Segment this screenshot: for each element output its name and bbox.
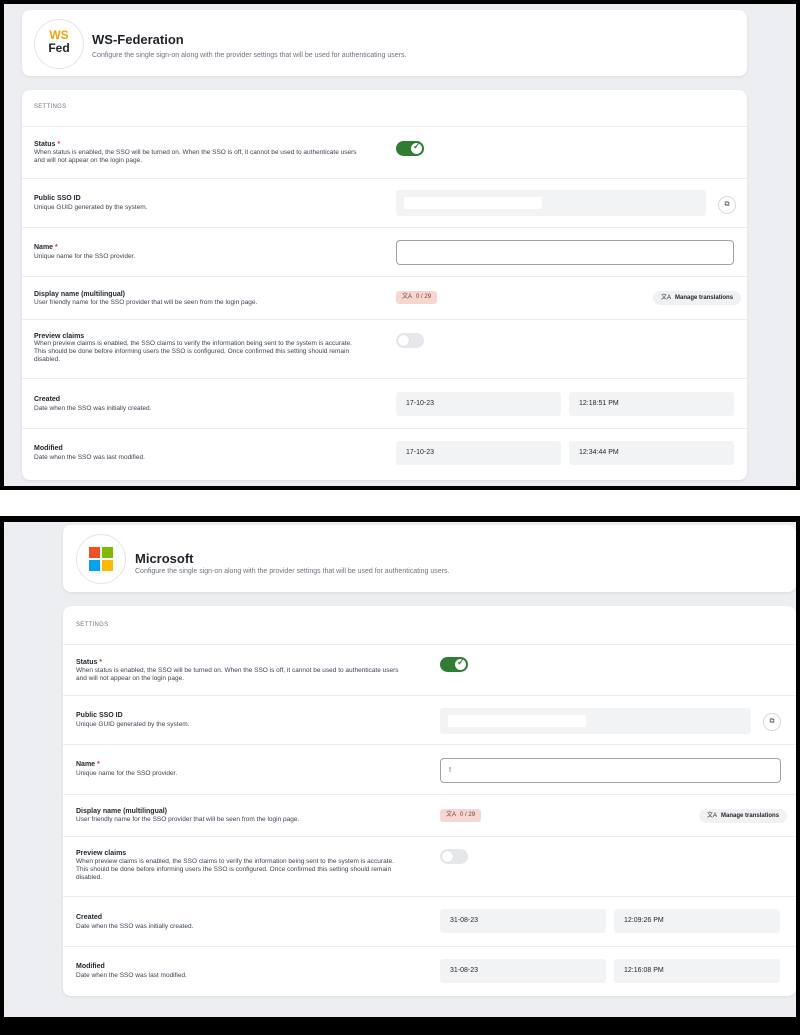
name-row: Name * Unique name for the SSO provider.	[22, 227, 747, 277]
modified-label: Modified	[76, 963, 105, 970]
status-row: Status * When status is enabled, the SSO…	[22, 126, 747, 179]
preview-claims-description: When preview claims is enabled, the SSO …	[76, 858, 394, 881]
created-date-field: 17-10-23	[396, 392, 561, 416]
manage-translations-button[interactable]: 文A Manage translations	[699, 809, 788, 823]
microsoft-logo-red	[89, 547, 100, 558]
name-input[interactable]: !	[440, 758, 781, 783]
page-title: WS-Federation	[92, 32, 184, 47]
manage-translations-button[interactable]: 文A Manage translations	[653, 291, 742, 305]
modified-date-field: 31-08-23	[440, 959, 606, 983]
preview-claims-row: Preview claims When preview claims is en…	[22, 319, 747, 379]
check-icon: ✓	[413, 141, 421, 151]
display-name-label: Display name (multilingual)	[34, 291, 126, 298]
created-time-field: 12:09:26 PM	[614, 909, 780, 933]
created-date-field: 31-08-23	[440, 909, 606, 933]
copy-icon[interactable]: ⧉	[763, 713, 781, 731]
created-label: Created	[76, 914, 103, 921]
name-row: Name * Unique name for the SSO provider.…	[63, 744, 796, 795]
preview-claims-description: When preview claims is enabled, the SSO …	[34, 340, 352, 363]
name-label: Name *	[76, 761, 100, 768]
settings-section-label: SETTINGS	[34, 104, 67, 110]
public-sso-id-row: Public SSO ID Unique GUID generated by t…	[22, 178, 747, 228]
translation-count-badge: 文A 0 / 29	[396, 291, 438, 304]
redacted-guid	[404, 197, 542, 209]
display-name-label: Display name (multilingual)	[76, 808, 168, 815]
check-icon: ✓	[457, 657, 465, 667]
wsfed-logo: WS Fed	[34, 19, 84, 69]
preview-claims-label: Preview claims	[34, 333, 85, 340]
wsfed-settings-card: SETTINGS Status * When status is enabled…	[22, 90, 747, 480]
microsoft-logo-yellow	[102, 560, 113, 571]
public-sso-id-label: Public SSO ID	[34, 195, 81, 202]
name-label: Name *	[34, 244, 58, 251]
created-description: Date when the SSO was initially created.	[34, 405, 152, 412]
created-time-field: 12:18:51 PM	[569, 392, 734, 416]
wsfed-logo-ws: WS	[49, 28, 69, 42]
display-name-row: Display name (multilingual) User friendl…	[22, 276, 747, 320]
wsfed-logo-fed: Fed	[48, 41, 70, 55]
status-toggle[interactable]: ✓	[396, 141, 424, 156]
microsoft-logo-blue	[89, 560, 100, 571]
status-row: Status * When status is enabled, the SSO…	[63, 644, 796, 696]
redacted-guid	[448, 715, 586, 727]
modified-description: Date when the SSO was last modified.	[76, 972, 187, 979]
page-title: Microsoft	[135, 551, 194, 566]
status-description: When status is enabled, the SSO will be …	[34, 149, 357, 164]
modified-description: Date when the SSO was last modified.	[34, 454, 145, 461]
microsoft-settings-card: SETTINGS Status * When status is enabled…	[63, 606, 796, 996]
microsoft-header-card: Microsoft Configure the single sign-on a…	[63, 525, 796, 592]
preview-claims-row: Preview claims When preview claims is en…	[63, 836, 796, 897]
page-subtitle: Configure the single sign-on along with …	[92, 52, 407, 59]
public-sso-id-field	[396, 190, 706, 216]
modified-time-field: 12:34:44 PM	[569, 441, 734, 465]
preview-claims-label: Preview claims	[76, 850, 127, 857]
status-label: Status *	[76, 659, 103, 666]
status-description: When status is enabled, the SSO will be …	[76, 667, 399, 682]
preview-claims-toggle[interactable]	[396, 333, 424, 348]
public-sso-id-label: Public SSO ID	[76, 712, 123, 719]
display-name-description: User friendly name for the SSO provider …	[34, 299, 258, 306]
created-description: Date when the SSO was initially created.	[76, 923, 194, 930]
created-row: Created Date when the SSO was initially …	[63, 896, 796, 947]
microsoft-panel: Microsoft Configure the single sign-on a…	[0, 516, 800, 1035]
modified-label: Modified	[34, 445, 63, 452]
wsfed-header-card: WS Fed WS-Federation Configure the singl…	[22, 10, 747, 76]
public-sso-id-row: Public SSO ID Unique GUID generated by t…	[63, 695, 796, 745]
name-description: Unique name for the SSO provider.	[76, 770, 178, 777]
status-toggle[interactable]: ✓	[440, 657, 468, 672]
preview-claims-toggle[interactable]	[440, 849, 468, 864]
copy-icon[interactable]: ⧉	[718, 196, 736, 214]
translate-icon: 文A	[661, 295, 672, 301]
modified-row: Modified Date when the SSO was last modi…	[63, 946, 796, 997]
translate-icon: 文A	[446, 812, 457, 818]
display-name-description: User friendly name for the SSO provider …	[76, 816, 300, 823]
modified-row: Modified Date when the SSO was last modi…	[22, 428, 747, 481]
public-sso-id-field	[440, 708, 751, 734]
translation-count-badge: 文A 0 / 29	[440, 809, 482, 822]
wsfed-panel: WS Fed WS-Federation Configure the singl…	[0, 0, 800, 490]
microsoft-logo-green	[102, 547, 113, 558]
name-description: Unique name for the SSO provider.	[34, 253, 136, 260]
page-subtitle: Configure the single sign-on along with …	[135, 568, 450, 575]
microsoft-logo	[76, 534, 126, 584]
translate-icon: 文A	[707, 813, 718, 819]
modified-date-field: 17-10-23	[396, 441, 561, 465]
settings-section-label: SETTINGS	[76, 622, 109, 628]
status-label: Status *	[34, 141, 61, 148]
modified-time-field: 12:16:08 PM	[614, 959, 780, 983]
public-sso-id-description: Unique GUID generated by the system.	[34, 204, 148, 211]
public-sso-id-description: Unique GUID generated by the system.	[76, 721, 190, 728]
display-name-row: Display name (multilingual) User friendl…	[63, 794, 796, 837]
translate-icon: 文A	[402, 294, 413, 300]
created-label: Created	[34, 396, 61, 403]
name-input[interactable]	[396, 240, 734, 265]
created-row: Created Date when the SSO was initially …	[22, 378, 747, 429]
